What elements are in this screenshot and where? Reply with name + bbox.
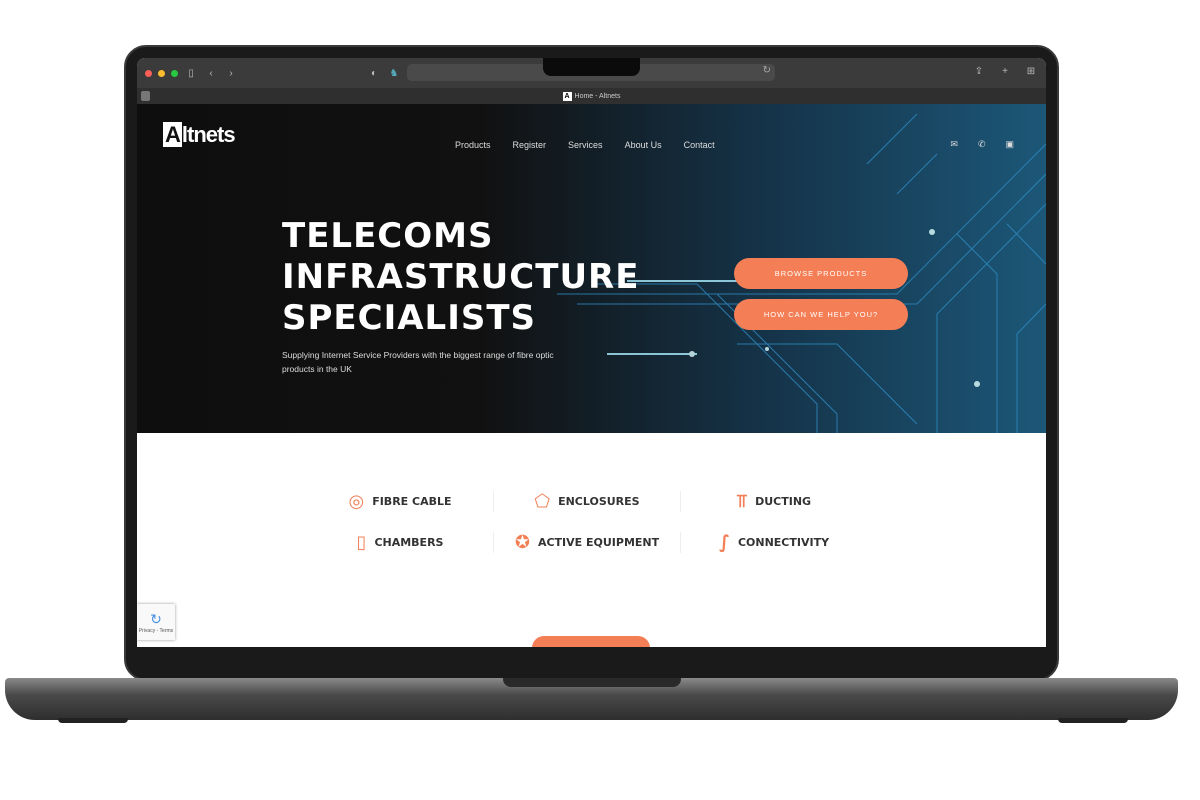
sidebar-icon[interactable]: ▯ (184, 68, 198, 79)
category-ducting[interactable]: ⫪ DUCTING (681, 491, 867, 512)
altnets-logo[interactable]: Altnets (163, 122, 236, 148)
category-fibre-cable[interactable]: ◎ FIBRE CABLE (307, 491, 494, 512)
minimize-button[interactable] (158, 69, 165, 77)
tab-bar: A Home - Altnets (137, 88, 1046, 104)
new-tab-icon[interactable]: + (998, 66, 1012, 77)
ducting-icon: ⫪ (736, 491, 748, 512)
laptop-groove (503, 678, 681, 687)
laptop-screen: ▯ ‹ › ◐ ♞ ↻ ⇪ + ⊞ A Home - Altnets Altnets… (137, 58, 1046, 647)
connector-icon: ∫ (718, 532, 730, 553)
partial-cta-button[interactable] (532, 636, 650, 647)
linkedin-icon[interactable]: ▣ (1005, 139, 1014, 150)
category-connectivity[interactable]: ∫ CONNECTIVITY (681, 532, 867, 553)
chamber-icon: ▯ (356, 532, 367, 553)
share-icon[interactable]: ⇪ (972, 66, 986, 77)
nav-register[interactable]: Register (513, 140, 547, 150)
phone-icon[interactable]: ✆ (978, 139, 986, 150)
maximize-button[interactable] (171, 69, 178, 77)
reload-icon[interactable]: ↻ (763, 65, 771, 76)
cable-reel-icon: ◎ (348, 491, 365, 512)
close-button[interactable] (145, 69, 152, 77)
how-can-we-help-button[interactable]: HOW CAN WE HELP YOU? (734, 299, 908, 330)
favicon-icon: A (562, 91, 572, 101)
hero-title: TELECOMS INFRASTRUCTURE SPECIALISTS (282, 216, 640, 338)
hero-section: Altnets Products Register Services About… (137, 104, 1046, 433)
email-icon[interactable]: ✉ (950, 139, 958, 150)
nav-services[interactable]: Services (568, 140, 603, 150)
category-enclosures[interactable]: ⬠ ENCLOSURES (494, 491, 681, 512)
main-nav: Products Register Services About Us Cont… (455, 140, 715, 150)
forward-icon[interactable]: › (224, 68, 238, 79)
shield-icon[interactable]: ◐ (367, 68, 381, 79)
recaptcha-badge[interactable]: ↻ Privacy - Terms (137, 604, 175, 640)
nav-about-us[interactable]: About Us (625, 140, 662, 150)
tab-title[interactable]: Home - Altnets (575, 93, 621, 100)
category-chambers[interactable]: ▯ CHAMBERS (307, 532, 494, 553)
nav-contact[interactable]: Contact (684, 140, 715, 150)
laptop-foot (58, 718, 128, 723)
back-icon[interactable]: ‹ (204, 68, 218, 79)
tab-sidebar-button[interactable] (141, 91, 150, 101)
tabs-overview-icon[interactable]: ⊞ (1024, 66, 1038, 77)
nav-products[interactable]: Products (455, 140, 491, 150)
category-active-equipment[interactable]: ✪ ACTIVE EQUIPMENT (494, 532, 681, 553)
check-badge-icon: ✪ (514, 532, 530, 553)
camera-notch (543, 58, 640, 76)
recaptcha-icon: ↻ (150, 610, 162, 627)
hero-subtitle: Supplying Internet Service Providers wit… (282, 350, 554, 374)
extension-icon[interactable]: ♞ (387, 68, 401, 79)
browse-products-button[interactable]: BROWSE PRODUCTS (734, 258, 908, 289)
laptop-foot (1058, 718, 1128, 723)
category-grid: ◎ FIBRE CABLE ⬠ ENCLOSURES ⫪ DUCTING ▯ CHAMB… (307, 481, 867, 563)
enclosure-icon: ⬠ (534, 491, 551, 512)
